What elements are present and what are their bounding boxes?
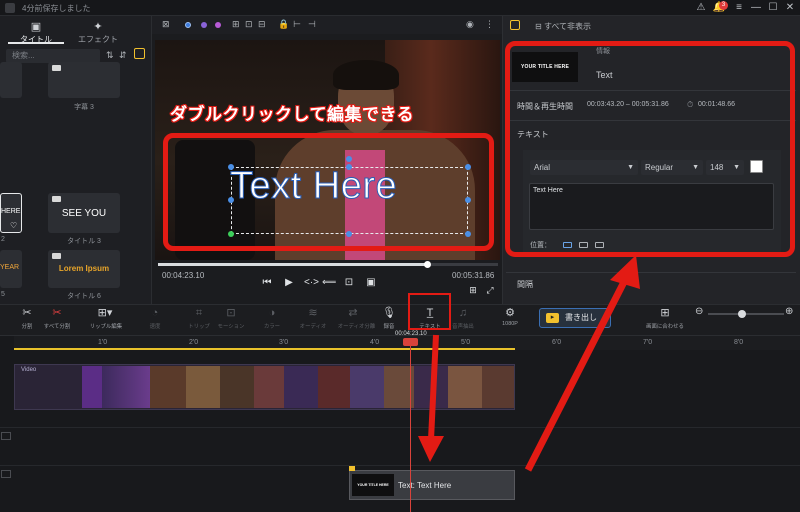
arrow-down [418,334,444,462]
arrow-diagonal [524,255,640,472]
annotation-arrows [418,255,640,472]
